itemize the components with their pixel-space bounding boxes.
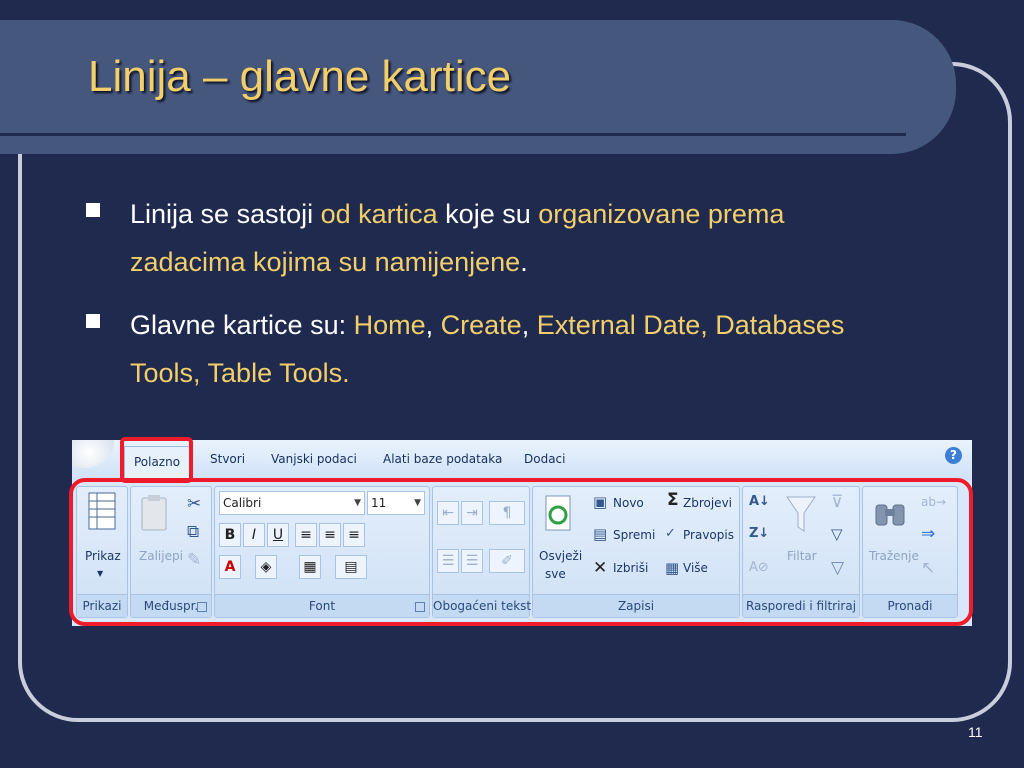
page-number: 11: [968, 724, 983, 740]
title-underline: [0, 133, 906, 136]
bullet-item-2: Glavne kartice su: Home, Create, Externa…: [84, 301, 894, 397]
help-icon[interactable]: ?: [945, 447, 962, 464]
bullet-highlight: Home: [353, 310, 426, 340]
tab-dodaci[interactable]: Dodaci: [524, 452, 565, 466]
ribbon-tab-bar: Polazno Stvori Vanjski podaci Alati baze…: [72, 440, 972, 480]
bullet-text: .: [520, 247, 528, 277]
bullet-text: Linija se sastoji: [130, 199, 321, 229]
bullet-text: ,: [521, 310, 537, 340]
bullet-item-1: Linija se sastoji od kartica koje su org…: [84, 190, 894, 286]
tab-vanjski-podaci[interactable]: Vanjski podaci: [271, 452, 357, 466]
tab-alati-baze-podataka[interactable]: Alati baze podataka: [383, 452, 502, 466]
ribbon-highlight-box: [69, 478, 973, 626]
slide-title: Linija – glavne kartice: [88, 52, 512, 101]
bullet-text: ,: [425, 310, 441, 340]
bullet-highlight: od kartica: [320, 199, 438, 229]
office-button-icon[interactable]: [72, 440, 114, 468]
bullet-list: Linija se sastoji od kartica koje su org…: [84, 190, 894, 412]
bullet-square-icon: [86, 314, 100, 328]
bullet-text: koje su: [437, 199, 539, 229]
bullet-square-icon: [86, 203, 100, 217]
bullet-highlight: Create: [440, 310, 522, 340]
home-tab-highlight-box: [120, 437, 193, 483]
tab-stvori[interactable]: Stvori: [210, 452, 245, 466]
bullet-text: Glavne kartice su:: [130, 310, 354, 340]
